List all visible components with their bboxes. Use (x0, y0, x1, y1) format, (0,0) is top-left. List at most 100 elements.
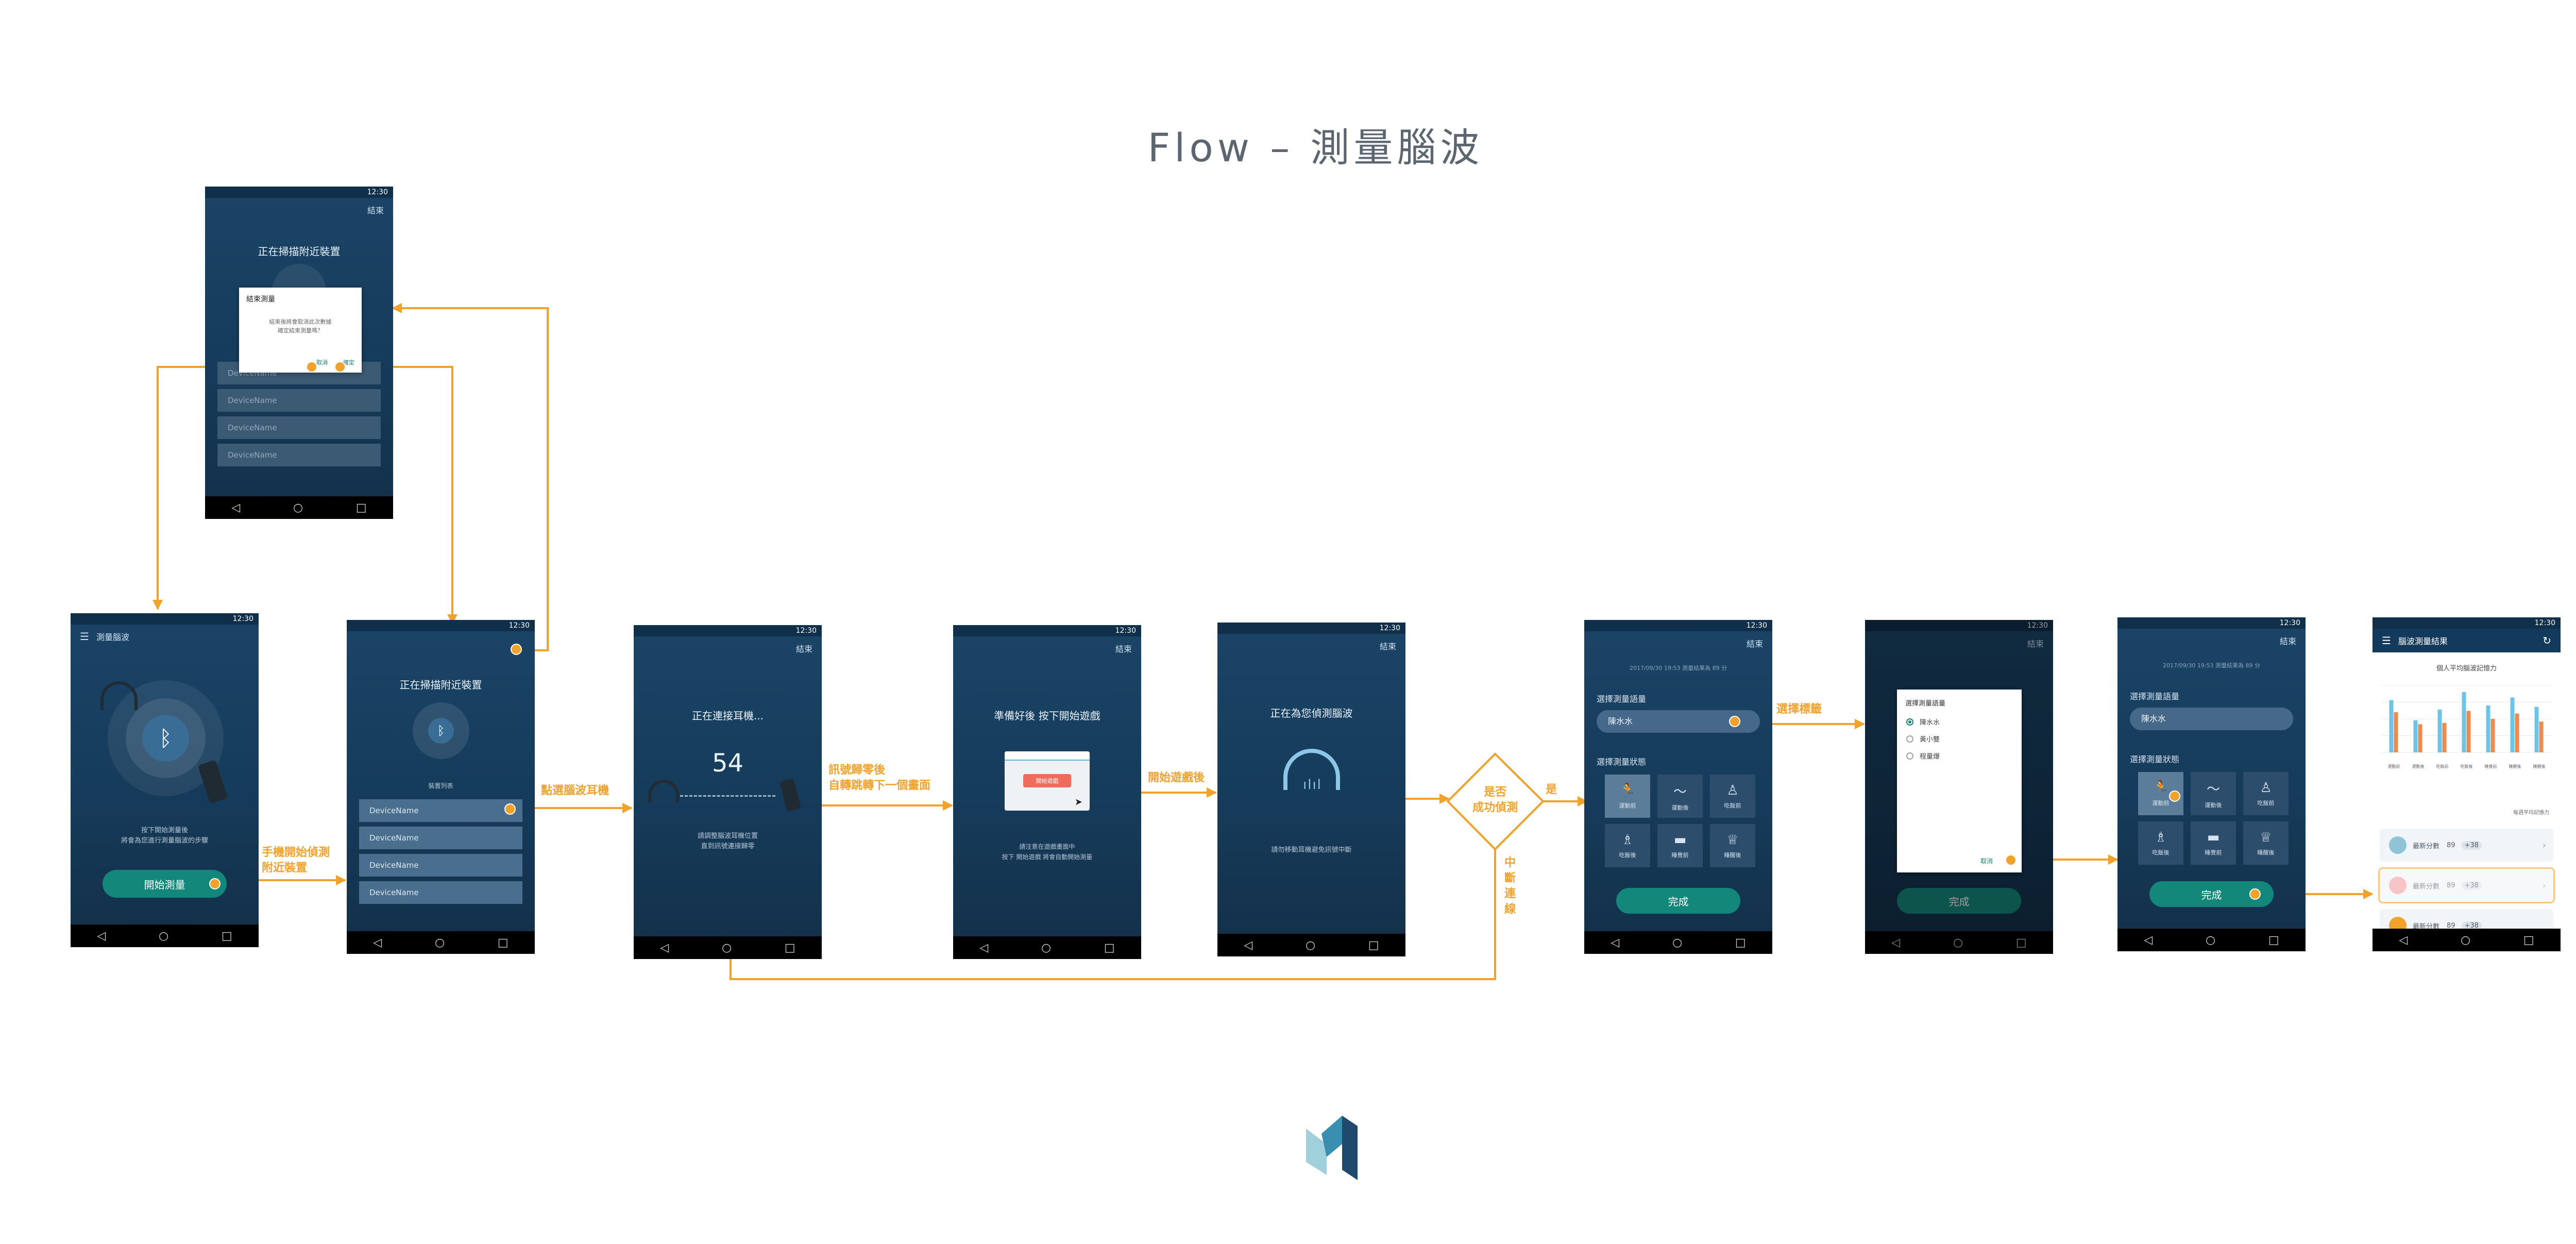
end-link[interactable]: 結束 (1380, 640, 1396, 652)
recents-icon[interactable]: □ (2268, 934, 2279, 947)
brand-logo (1306, 1116, 1358, 1180)
home-icon[interactable]: ○ (1306, 939, 1315, 952)
state-option[interactable]: ♕ 睡醒後 (2243, 821, 2289, 865)
browser-window: 開始遊戲 ➤ (1005, 751, 1090, 811)
state-option[interactable]: ♕ 睡醒後 (1710, 824, 1755, 867)
result-row[interactable]: 最新分數 89 +38 › (2380, 829, 2553, 862)
home-icon[interactable]: ○ (2206, 934, 2215, 947)
label-interrupted: 中 斷 連 線 (1504, 856, 1516, 916)
sitting-icon: ♗ (2155, 830, 2167, 845)
state-option[interactable]: 🏃 運動前 (1605, 775, 1650, 818)
device-item[interactable]: DeviceName (359, 881, 522, 904)
row-score: 89 (2447, 841, 2455, 849)
state-option[interactable]: 〜運動後 (1657, 775, 1703, 818)
end-link[interactable]: 結束 (1115, 642, 1132, 654)
screen-tag: 12:30 結束 2017/09/30 19:53 測量結果為 89 分 選擇測… (1584, 620, 1772, 954)
start-measure-button[interactable]: 開始測量 (103, 870, 227, 898)
connect-hint: 請調整腦波耳機位置 直到訊號連接歸零 (697, 832, 758, 850)
back-icon[interactable]: ◁ (373, 936, 382, 949)
home-icon[interactable]: ○ (1672, 936, 1682, 949)
recents-icon[interactable]: □ (498, 936, 509, 949)
nav-bar: ◁ ○ □ (2372, 929, 2561, 951)
end-link[interactable]: 結束 (1747, 637, 1763, 649)
tag-label: 選擇測量語量 (1597, 694, 1647, 704)
home-icon[interactable]: ○ (2461, 934, 2470, 947)
recents-icon[interactable]: □ (222, 930, 232, 943)
recents-icon[interactable]: □ (1104, 942, 1115, 954)
back-icon[interactable]: ◁ (1244, 939, 1252, 952)
device-item[interactable]: DeviceName (359, 799, 522, 822)
back-icon[interactable]: ◁ (2144, 934, 2153, 947)
tag-dialog: 選擇測量語量 陳水水 黃小雙 程量爆 取消 確 (1897, 690, 2022, 872)
recents-icon[interactable]: □ (356, 501, 367, 514)
recents-icon[interactable]: □ (1735, 936, 1746, 949)
sitting-icon: ♗ (1621, 832, 1634, 848)
recents-icon[interactable]: □ (785, 942, 795, 954)
back-icon[interactable]: ◁ (1891, 936, 1900, 949)
end-link[interactable]: 結束 (2280, 634, 2296, 647)
status-bar: 12:30 (1217, 623, 1405, 634)
menu-icon[interactable]: ☰ (80, 630, 89, 643)
device-item[interactable]: DeviceName (359, 827, 522, 849)
screen-end-dialog: 12:30 結束 正在掃描附近裝置 DeviceName DeviceName … (205, 187, 393, 519)
status-bar: 12:30 (2117, 617, 2306, 629)
state-option[interactable]: ♙ 吃飯前 (2243, 772, 2289, 815)
end-link[interactable]: 結束 (2027, 637, 2044, 649)
back-icon[interactable]: ◁ (979, 942, 988, 954)
home-icon[interactable]: ○ (293, 501, 303, 514)
connect-title: 正在連接耳機... (691, 710, 764, 722)
tag-option[interactable]: 程量爆 (1906, 751, 2022, 761)
recents-icon[interactable]: □ (2523, 934, 2534, 947)
refresh-icon[interactable]: ↻ (2543, 634, 2551, 647)
device-item[interactable]: DeviceName (217, 389, 381, 412)
home-icon[interactable]: ○ (159, 930, 168, 943)
done-button[interactable]: 完成 (1616, 888, 1740, 914)
tick-label: 吃飯前 (2436, 764, 2449, 769)
home-icon[interactable]: ○ (1953, 936, 1963, 949)
end-link[interactable]: 結束 (367, 204, 384, 216)
back-icon[interactable]: ◁ (97, 930, 106, 943)
tag-label: 選擇測量語量 (2130, 692, 2180, 701)
tag-option[interactable]: 陳水水 (1906, 717, 2022, 727)
detect-hint: 請勿移動耳機避免訊號中斷 (1271, 846, 1352, 854)
state-option[interactable]: ♗ 吃飯後 (2138, 821, 2183, 865)
back-icon[interactable]: ◁ (2399, 934, 2408, 947)
device-item[interactable]: DeviceName (217, 444, 381, 466)
cursor-icon: ➤ (1074, 797, 1082, 808)
dialog-cancel-button[interactable]: 取消 (316, 358, 328, 366)
screen-detect: 12:30 結束 正在為您偵測腦波 ılıl 請勿移動耳機避免訊號中斷 ◁ ○ … (1217, 623, 1405, 956)
recents-icon[interactable]: □ (1368, 939, 1379, 952)
back-icon[interactable]: ◁ (231, 501, 240, 514)
bed-icon: ▬ (2207, 830, 2220, 845)
home-icon[interactable]: ○ (722, 942, 732, 954)
wake-icon: ♕ (1726, 832, 1739, 848)
done-button[interactable]: 完成 (1897, 888, 2021, 914)
start-game-button[interactable]: 開始遊戲 (1023, 774, 1071, 787)
tap-marker (2169, 791, 2180, 802)
state-label: 選擇測量狀態 (1597, 757, 1647, 767)
state-option[interactable]: ▬ 睡覺前 (1657, 824, 1703, 867)
menu-icon[interactable]: ☰ (2382, 634, 2391, 647)
state-option[interactable]: ▬ 睡覺前 (2191, 821, 2236, 865)
dialog-cancel-button[interactable]: 取消 (1980, 856, 1993, 865)
bar (2510, 697, 2515, 752)
result-row[interactable]: 最新分數 89 +38 › (2378, 867, 2555, 903)
tap-marker (2249, 888, 2261, 900)
home-icon[interactable]: ○ (435, 936, 445, 949)
bar (2437, 709, 2442, 752)
back-icon[interactable]: ◁ (1611, 936, 1619, 949)
device-item[interactable]: DeviceName (217, 416, 381, 439)
tick-label: 睡覺前 (2485, 764, 2497, 769)
tag-option[interactable]: 黃小雙 (1906, 734, 2022, 744)
home-icon[interactable]: ○ (1041, 942, 1051, 954)
device-item[interactable]: DeviceName (359, 854, 522, 877)
screen-connect: 12:30 結束 正在連接耳機... 54 請調整腦波耳機位置 直到訊號連接歸零… (634, 625, 822, 959)
state-option[interactable]: ♗ 吃飯後 (1605, 824, 1650, 867)
state-option[interactable]: ♙ 吃飯前 (1710, 775, 1755, 818)
chevron-right-icon: › (2542, 880, 2546, 891)
recents-icon[interactable]: □ (2016, 936, 2027, 949)
tag-select[interactable]: 陳水水 (2130, 708, 2293, 730)
state-option[interactable]: 〜運動後 (2191, 772, 2236, 815)
back-icon[interactable]: ◁ (660, 942, 669, 954)
end-link[interactable]: 結束 (796, 642, 812, 654)
